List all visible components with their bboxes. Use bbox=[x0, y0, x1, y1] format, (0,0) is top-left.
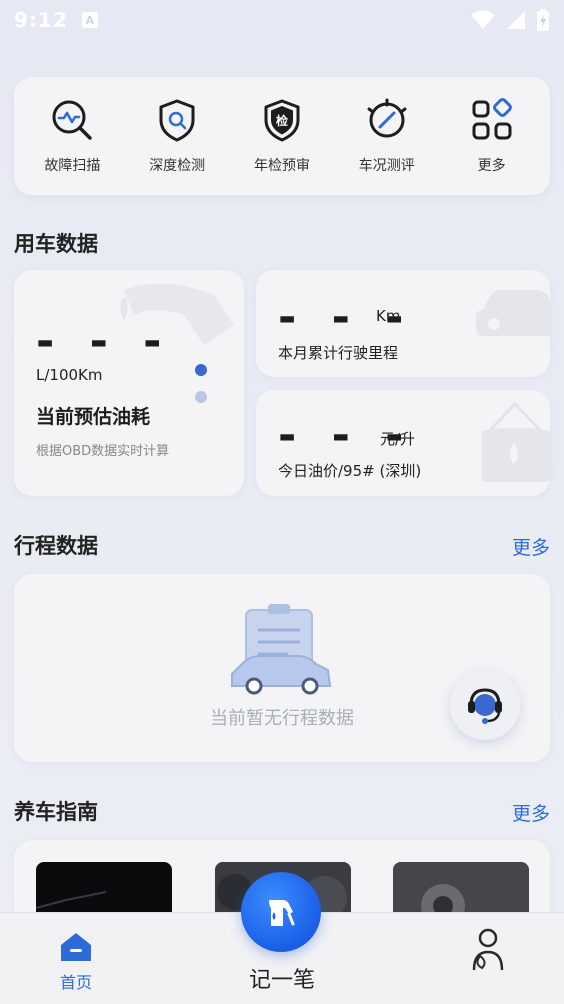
grid-more-icon bbox=[472, 98, 512, 140]
guide-more-link[interactable]: 更多 bbox=[512, 799, 550, 826]
tab-home-label: 首页 bbox=[59, 973, 92, 992]
empty-trip-illustration bbox=[231, 604, 332, 695]
wifi-icon bbox=[471, 10, 495, 29]
quick-action-condition-review[interactable]: 车况测评 bbox=[337, 97, 437, 175]
quick-action-label: 车况测评 bbox=[358, 158, 415, 174]
fuel-price-unit: 元/升 bbox=[380, 430, 416, 448]
pager-dot-active[interactable] bbox=[195, 364, 207, 376]
quick-action-label: 更多 bbox=[477, 158, 506, 174]
tab-profile[interactable] bbox=[466, 924, 510, 974]
record-entry-label: 记一笔 bbox=[248, 968, 315, 993]
quick-actions-card: 故障扫描 深度检测 检 年检预审 车况测评 更多 bbox=[14, 77, 550, 195]
trip-more-link[interactable]: 更多 bbox=[512, 533, 550, 560]
quick-action-deep-check[interactable]: 深度检测 bbox=[127, 97, 227, 175]
battery-icon bbox=[537, 9, 549, 31]
vehicle-data-title: 用车数据 bbox=[14, 232, 98, 256]
car-watermark-icon bbox=[476, 290, 550, 336]
quick-action-fault-scan[interactable]: 故障扫描 bbox=[22, 97, 122, 175]
fuel-title: 当前预估油耗 bbox=[36, 406, 151, 428]
gauge-icon bbox=[367, 98, 407, 138]
fuel-price-card[interactable]: - - - 元/升 今日油价/95# (深圳) bbox=[256, 390, 550, 496]
fuel-unit: L/100Km bbox=[36, 366, 103, 384]
fuel-value: - - - bbox=[36, 316, 172, 367]
status-bar: 9:12 A bbox=[0, 0, 564, 40]
status-icons bbox=[470, 9, 550, 31]
record-entry-button[interactable] bbox=[241, 872, 321, 952]
shield-search-icon bbox=[159, 99, 195, 142]
trip-data-title: 行程数据 bbox=[14, 534, 98, 558]
profile-icon bbox=[472, 928, 504, 971]
scan-chart-icon bbox=[52, 100, 93, 140]
price-tag-watermark-icon bbox=[482, 401, 550, 482]
status-time: 9:12 bbox=[14, 8, 68, 32]
headset-agent-icon bbox=[468, 688, 502, 724]
quick-action-label: 故障扫描 bbox=[44, 158, 101, 174]
guide-title: 养车指南 bbox=[14, 800, 98, 824]
mileage-unit: Km bbox=[376, 307, 401, 325]
pager-dot[interactable] bbox=[195, 391, 207, 403]
quick-action-label: 年检预审 bbox=[253, 158, 310, 174]
inspection-shield-icon: 检 bbox=[264, 99, 300, 142]
mileage-label: 本月累计行驶里程 bbox=[278, 344, 399, 362]
monthly-mileage-card[interactable]: - - - Km 本月累计行驶里程 bbox=[256, 270, 550, 377]
fuel-price-label: 今日油价/95# (深圳) bbox=[278, 462, 422, 480]
home-icon bbox=[61, 933, 91, 961]
quick-action-annual-inspection[interactable]: 检 年检预审 bbox=[232, 97, 332, 175]
signal-icon bbox=[507, 11, 525, 29]
quick-action-more[interactable]: 更多 bbox=[442, 97, 542, 175]
fuel-nozzle-icon bbox=[269, 900, 295, 926]
inspection-icon-text: 检 bbox=[276, 113, 288, 128]
notification-badge: A bbox=[81, 12, 98, 28]
fuel-subtitle: 根据OBD数据实时计算 bbox=[36, 444, 170, 459]
quick-action-label: 深度检测 bbox=[149, 158, 206, 174]
tab-home[interactable]: 首页 bbox=[40, 931, 112, 993]
fuel-consumption-card[interactable]: - - - L/100Km 当前预估油耗 根据OBD数据实时计算 bbox=[14, 270, 244, 496]
customer-service-button[interactable] bbox=[450, 670, 520, 740]
